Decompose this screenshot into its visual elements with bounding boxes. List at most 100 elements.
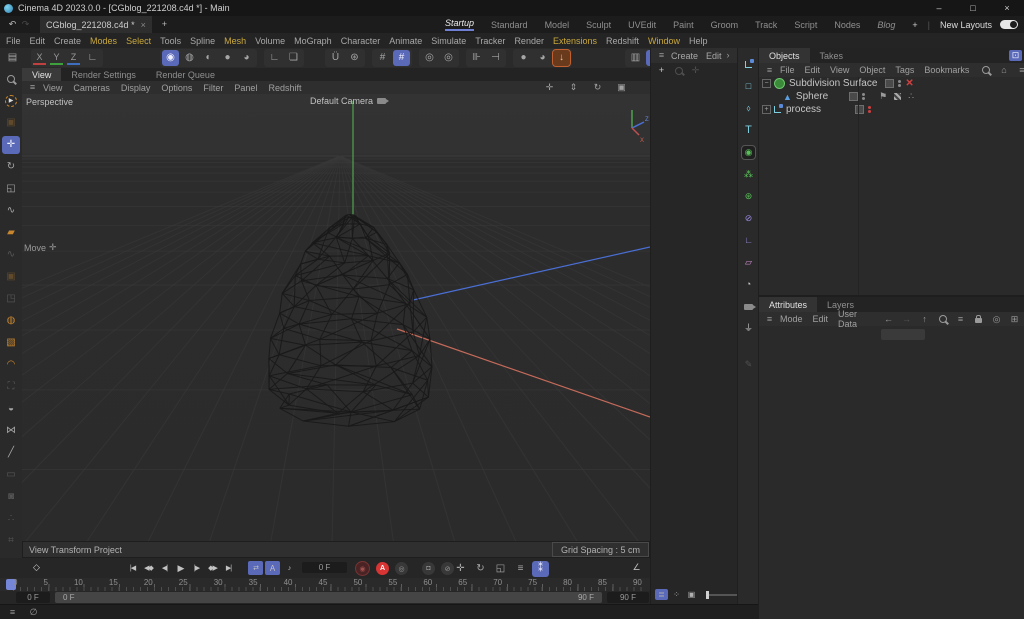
axis-modify-icon[interactable]: ∟	[266, 50, 283, 66]
document-tab[interactable]: CGblog_221208.c4d * ×	[40, 16, 152, 33]
history-forward-icon[interactable]: →	[900, 313, 913, 326]
close-hole-tool[interactable]: ◙	[2, 488, 20, 506]
scatter-tool[interactable]: ∴	[2, 510, 20, 528]
menu-volume[interactable]: Volume	[255, 36, 285, 46]
axis-y-button[interactable]: Y	[50, 50, 63, 65]
lock-icon[interactable]	[972, 313, 985, 326]
history-back-icon[interactable]: ←	[882, 313, 895, 326]
menu-tracker[interactable]: Tracker	[475, 36, 505, 46]
om-search-icon[interactable]	[979, 64, 992, 77]
goto-end-button[interactable]: ▶|	[221, 561, 236, 575]
previous-key-button[interactable]: ◀◆	[141, 561, 156, 575]
menu-spline[interactable]: Spline	[190, 36, 215, 46]
generator-disabled-icon[interactable]: ✕	[905, 78, 913, 89]
layout-tab-groom[interactable]: Groom	[711, 20, 739, 30]
om-menu-view[interactable]: View	[830, 65, 849, 75]
sphere-primitive-tool[interactable]: ◍	[2, 312, 20, 330]
menu-modes[interactable]: Modes	[90, 36, 117, 46]
visibility-dots[interactable]	[862, 93, 865, 100]
live-selection-tool[interactable]: ▶	[2, 92, 20, 110]
orbit-view-icon[interactable]: ↻	[591, 81, 604, 94]
record-keyframe-button[interactable]: ◉	[355, 561, 370, 576]
texture-tag-icon[interactable]	[894, 93, 901, 100]
edit-menu[interactable]: Edit	[706, 51, 722, 61]
timeline-ruler[interactable]: 05 1015 2025 3035 4045 5055 6065 7075 80…	[0, 578, 655, 591]
tab-attributes[interactable]: Attributes	[759, 297, 817, 312]
attributes-hamburger-icon[interactable]: ≡	[763, 313, 776, 326]
viewport-hamburger-icon[interactable]: ≡	[26, 81, 39, 94]
polygon-pen-tool[interactable]: ▣	[2, 268, 20, 286]
search-small-icon[interactable]	[672, 64, 685, 77]
menu-render[interactable]: Render	[514, 36, 544, 46]
goto-start-button[interactable]: |◀	[125, 561, 140, 575]
cloth-tool[interactable]: ⛶	[2, 378, 20, 396]
preview-range-bar[interactable]: 0 F 90 F	[55, 592, 602, 603]
grid-view-icon[interactable]: ⁘	[670, 589, 683, 600]
texture-mode-icon[interactable]: ◕	[238, 50, 255, 66]
am-filter-icon[interactable]: ≡	[954, 313, 967, 326]
autokey-button[interactable]: A	[376, 562, 389, 575]
bake-icon[interactable]: ●	[515, 50, 532, 66]
snap-icon[interactable]: #	[393, 50, 410, 66]
mograph-icon[interactable]: ▱	[742, 256, 755, 269]
create-menu[interactable]: Create	[671, 51, 698, 61]
layout-tab-sculpt[interactable]: Sculpt	[586, 20, 611, 30]
am-menu-mode[interactable]: Mode	[780, 314, 803, 324]
layer-swatch[interactable]	[849, 92, 858, 101]
menu-help[interactable]: Help	[689, 36, 708, 46]
om-menu-edit[interactable]: Edit	[805, 65, 821, 75]
axis-z-button[interactable]: Z	[67, 50, 80, 65]
close-button[interactable]: ×	[990, 0, 1024, 16]
tab-takes[interactable]: Takes	[810, 48, 854, 63]
rectangle-selection-tool[interactable]: ▣	[2, 114, 20, 132]
tab-render-queue[interactable]: Render Queue	[146, 68, 225, 81]
record-pla-icon[interactable]: ⁑	[532, 561, 549, 577]
menu-file[interactable]: File	[6, 36, 21, 46]
field-icon[interactable]: ∟	[742, 234, 755, 247]
workplane-mode-icon[interactable]: ❏	[285, 50, 302, 66]
light-object-icon[interactable]: ⏚	[742, 322, 755, 335]
panel-pin-icon[interactable]: ⊡	[1009, 50, 1022, 61]
record-position-icon[interactable]: ✛	[452, 561, 469, 577]
collapse-icon[interactable]: −	[762, 79, 771, 88]
target-icon[interactable]: ◎	[990, 313, 1003, 326]
layout-tab-track[interactable]: Track	[755, 20, 777, 30]
tree-row-sphere[interactable]: ▲ Sphere ⚑ ∴	[759, 90, 1024, 103]
next-key-button[interactable]: ◆▶	[205, 561, 220, 575]
vp-menu-filter[interactable]: Filter	[203, 83, 223, 93]
om-menu-object[interactable]: Object	[859, 65, 885, 75]
sculpt-pen-tool[interactable]: ∿	[2, 246, 20, 264]
vp-menu-cameras[interactable]: Cameras	[73, 83, 110, 93]
bridge-tool[interactable]: ◠	[2, 356, 20, 374]
play-all-frames-icon[interactable]: A	[265, 561, 280, 575]
move-tool[interactable]: ✛	[2, 136, 20, 154]
record-rotation-icon[interactable]: ↻	[472, 561, 489, 577]
pan-view-icon[interactable]: ✛	[543, 81, 556, 94]
sky-environment-icon[interactable]: ◔	[742, 278, 755, 291]
menu-redshift[interactable]: Redshift	[606, 36, 639, 46]
minimize-button[interactable]: –	[922, 0, 956, 16]
tab-view[interactable]: View	[22, 68, 61, 81]
visibility-dots[interactable]	[898, 80, 901, 87]
document-close-icon[interactable]: ×	[141, 20, 146, 30]
menu-edit[interactable]: Edit	[30, 36, 46, 46]
spline-pen-icon[interactable]	[742, 58, 755, 71]
tab-render-settings[interactable]: Render Settings	[61, 68, 146, 81]
layout-tab-script[interactable]: Script	[794, 20, 817, 30]
cache-icon[interactable]: ◕	[534, 50, 551, 66]
gear-icon[interactable]: ⊛	[346, 50, 363, 66]
points-mode-icon[interactable]: ◍	[181, 50, 198, 66]
vp-menu-options[interactable]: Options	[161, 83, 192, 93]
render-clapper-icon[interactable]: ▥	[627, 50, 644, 66]
move-small-icon[interactable]: ✛	[689, 64, 702, 77]
layout-tab-paint[interactable]: Paint	[673, 20, 694, 30]
layout-tab-uvedit[interactable]: UVEdit	[628, 20, 656, 30]
timeline-zoom-slider[interactable]	[706, 594, 740, 596]
layout-tab-startup[interactable]: Startup	[445, 18, 474, 31]
layer-swatch[interactable]	[885, 79, 894, 88]
tweak-tool[interactable]: ◳	[2, 290, 20, 308]
layout-tab-model[interactable]: Model	[545, 20, 570, 30]
layout-tab-nodes[interactable]: Nodes	[834, 20, 860, 30]
render-region-icon[interactable]: ◎	[440, 50, 457, 66]
edges-mode-icon[interactable]: ◐	[200, 50, 217, 66]
